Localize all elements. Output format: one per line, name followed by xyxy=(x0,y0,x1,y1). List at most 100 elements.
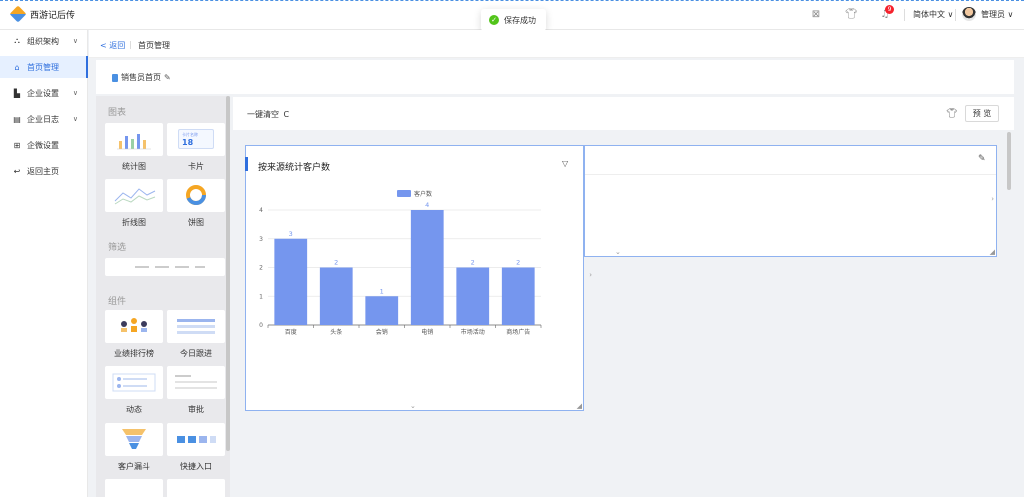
back-link[interactable]: < 返回 xyxy=(100,40,125,51)
log-icon: ▤ xyxy=(13,114,21,124)
language-select[interactable]: 简体中文 ∨ xyxy=(913,9,953,20)
page-title: 首页管理 xyxy=(138,41,170,50)
bar xyxy=(274,238,308,325)
tile-ranking[interactable] xyxy=(105,310,163,343)
sidebar-item-label: 组织架构 xyxy=(27,36,59,46)
resize-handle-icon[interactable]: ◢ xyxy=(990,248,995,256)
preview-button[interactable]: 预 览 xyxy=(965,105,999,122)
data-label: 1 xyxy=(380,287,384,295)
tile-label: 饼图 xyxy=(188,218,204,227)
sidebar-item-org[interactable]: ⛬ 组织架构 ∨ xyxy=(0,30,88,52)
sidebar-item-enterprise-settings[interactable]: ▙ 企业设置 ∨ xyxy=(0,82,88,104)
widget-card-empty[interactable]: › ⌄ ◢ xyxy=(584,145,997,257)
chevron-down-icon[interactable]: ⌄ xyxy=(410,402,416,410)
building-icon: ▙ xyxy=(13,88,21,98)
tile-pie-chart[interactable] xyxy=(167,179,225,212)
toast-message: 保存成功 xyxy=(504,15,536,25)
mini-funnel-icon xyxy=(122,429,146,449)
mini-pie-chart-icon xyxy=(186,185,206,205)
card-title: 按来源统计客户数 xyxy=(258,163,331,173)
tile-label: 今日跟进 xyxy=(180,349,212,358)
tile-line-chart[interactable] xyxy=(105,179,163,212)
resize-handle-icon[interactable]: ◢ xyxy=(577,402,582,410)
home-icon: ⌂ xyxy=(14,62,20,72)
pencil-icon[interactable]: ✎ xyxy=(164,73,171,82)
mini-quick-entry-icon xyxy=(177,436,216,443)
tile-quick-entry[interactable] xyxy=(167,423,225,456)
sidebar-item-label: 返回主页 xyxy=(27,166,59,176)
close-square-icon[interactable]: ⊠ xyxy=(810,9,822,21)
section-filter-label: 筛选 xyxy=(108,243,127,253)
clear-all-button[interactable]: 一键清空 C xyxy=(247,109,289,120)
tile-label: 动态 xyxy=(126,405,142,414)
sidebar-item-wecom-settings[interactable]: ⊞ 企微设置 xyxy=(0,134,88,156)
user-menu[interactable]: 管理员 ∨ xyxy=(981,9,1013,20)
section-components-label: 组件 xyxy=(108,297,127,307)
sidebar-item-return-home[interactable]: ↩ 返回主页 xyxy=(0,160,88,182)
filter-icon[interactable]: ▽ xyxy=(562,159,568,168)
tile-today-followup[interactable] xyxy=(167,310,225,343)
chevron-right-icon[interactable]: › xyxy=(589,271,592,279)
mini-ranking-icon xyxy=(121,318,147,332)
refresh-icon: C xyxy=(283,110,290,119)
return-icon: ↩ xyxy=(13,166,21,176)
x-tick-label: 商场广告 xyxy=(506,328,530,336)
bar-chart: 客户数 0 1 2 3 4 3 百度 2 头条 1 会销 4 电销 2 市场活动 2 商场广告 xyxy=(259,190,542,336)
mini-activity-icon xyxy=(112,373,156,392)
page-tab[interactable]: 销售员首页 ✎ xyxy=(112,72,171,83)
theme-icon[interactable]: 👕︎ xyxy=(946,109,957,119)
y-tick-label: 4 xyxy=(259,207,263,214)
mini-card-value: 18 xyxy=(182,138,194,147)
tile-label: 客户漏斗 xyxy=(118,462,150,471)
component-palette: 图表 统计图 卡片名称 18 卡片 折线图 饼图 筛选 组件 业绩排行榜 今日跟… xyxy=(96,96,230,497)
tile-label: 统计图 xyxy=(122,162,146,171)
check-circle-icon: ✓ xyxy=(489,15,499,25)
sidebar-item-label: 企微设置 xyxy=(27,140,59,150)
sidebar: ⛬ 组织架构 ∨ ⌂ 首页管理 ▙ 企业设置 ∨ ▤ 企业日志 ∨ ⊞ 企微设置… xyxy=(0,30,88,497)
edit-icon[interactable]: ✎ xyxy=(978,154,986,164)
palette-scrollbar[interactable] xyxy=(226,96,230,451)
legend-label: 客户数 xyxy=(414,190,432,198)
avatar[interactable] xyxy=(962,7,976,21)
data-label: 2 xyxy=(334,259,338,267)
tile-customer-funnel[interactable] xyxy=(105,423,163,456)
x-tick-label: 市场活动 xyxy=(461,328,485,336)
x-tick-label: 头条 xyxy=(330,328,342,336)
chevron-down-icon[interactable]: ⌄ xyxy=(615,248,621,256)
bar xyxy=(501,267,535,325)
tile-label: 快捷入口 xyxy=(180,462,212,471)
y-tick-label: 0 xyxy=(259,322,263,329)
bar xyxy=(319,267,353,325)
shirt-icon[interactable]: 👕︎ xyxy=(845,9,858,21)
canvas-scrollbar[interactable] xyxy=(1007,132,1011,190)
chevron-down-icon: ∨ xyxy=(72,115,78,123)
data-label: 4 xyxy=(425,201,429,209)
sidebar-item-enterprise-log[interactable]: ▤ 企业日志 ∨ xyxy=(0,108,88,130)
tile-more[interactable] xyxy=(105,479,163,497)
y-tick-label: 2 xyxy=(259,265,263,272)
tile-label: 折线图 xyxy=(122,218,146,227)
mini-approval-icon xyxy=(175,375,217,389)
card-title-accent xyxy=(245,157,248,171)
bar xyxy=(410,210,444,325)
chevron-down-icon: ∨ xyxy=(72,37,78,45)
mini-line-chart-icon xyxy=(114,188,156,205)
tile-stat-chart[interactable] xyxy=(105,123,163,156)
legend-swatch xyxy=(397,190,411,197)
tile-filter[interactable] xyxy=(105,258,225,276)
notification-badge: 9 xyxy=(885,5,894,14)
app-title: 西游记后传 xyxy=(30,11,76,21)
y-tick-label: 1 xyxy=(259,293,263,300)
sidebar-item-home-management[interactable]: ⌂ 首页管理 xyxy=(0,56,88,78)
clear-all-label: 一键清空 xyxy=(247,110,279,119)
tile-card[interactable]: 卡片名称 18 xyxy=(167,123,225,156)
chevron-right-icon[interactable]: › xyxy=(991,195,994,203)
breadcrumb-separator: | xyxy=(129,40,132,49)
x-tick-label: 会销 xyxy=(376,328,388,336)
tile-activity[interactable] xyxy=(105,366,163,399)
save-success-toast: ✓ 保存成功 xyxy=(481,9,546,31)
tile-approval[interactable] xyxy=(167,366,225,399)
page-tab-bar xyxy=(96,60,1014,94)
breadcrumb xyxy=(89,30,1024,58)
tile-more[interactable] xyxy=(167,479,225,497)
